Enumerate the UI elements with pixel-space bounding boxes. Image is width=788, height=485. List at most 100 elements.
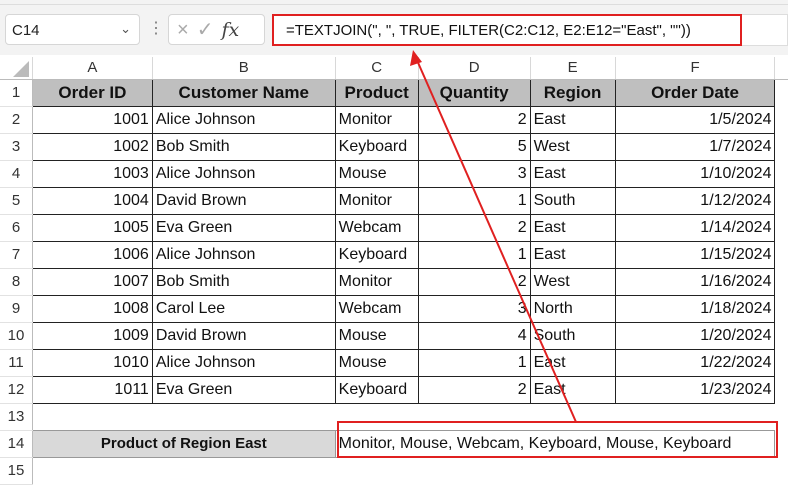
cell-customer-name[interactable]: Alice Johnson [152,349,335,376]
header-customer-name[interactable]: Customer Name [152,79,335,106]
cell-quantity[interactable]: 4 [418,322,530,349]
cell-order-date[interactable]: 1/10/2024 [615,160,775,187]
row-header[interactable]: 14 [0,430,33,457]
result-label[interactable]: Product of Region East [33,430,336,457]
cell-order-date[interactable]: 1/20/2024 [615,322,775,349]
cell-customer-name[interactable]: Alice Johnson [152,106,335,133]
row-header[interactable]: 8 [0,268,33,295]
cell-order-date[interactable]: 1/12/2024 [615,187,775,214]
cell-quantity[interactable]: 2 [418,376,530,403]
formula-input[interactable]: =TEXTJOIN(", ", TRUE, FILTER(C2:C12, E2:… [272,14,742,46]
cell-order-date[interactable]: 1/22/2024 [615,349,775,376]
cell-product[interactable]: Keyboard [335,241,418,268]
cancel-icon[interactable]: × [177,19,197,41]
cell-region[interactable]: East [530,214,615,241]
insert-function-icon[interactable]: fx [221,19,239,41]
column-header-E[interactable]: E [530,57,615,79]
cell-order-id[interactable]: 1005 [33,214,153,241]
cell-region[interactable]: East [530,106,615,133]
cell-region[interactable]: South [530,322,615,349]
cell-order-id[interactable]: 1002 [33,133,153,160]
cell-order-id[interactable]: 1009 [33,322,153,349]
cell-order-id[interactable]: 1001 [33,106,153,133]
cell-region[interactable]: West [530,268,615,295]
row-header[interactable]: 15 [0,457,33,484]
cell-customer-name[interactable]: Eva Green [152,214,335,241]
cell-order-id[interactable]: 1007 [33,268,153,295]
cell-order-date[interactable]: 1/23/2024 [615,376,775,403]
header-product[interactable]: Product [335,79,418,106]
header-order-id[interactable]: Order ID [33,79,153,106]
cell-region[interactable]: East [530,376,615,403]
column-header-D[interactable]: D [418,57,530,79]
chevron-down-icon[interactable]: ⌄ [120,21,131,37]
cell-region[interactable]: East [530,349,615,376]
row-header[interactable]: 3 [0,133,33,160]
header-order-date[interactable]: Order Date [615,79,775,106]
name-box[interactable]: C14⌄ [5,14,140,45]
header-quantity[interactable]: Quantity [418,79,530,106]
cell-order-id[interactable]: 1011 [33,376,153,403]
cell-customer-name[interactable]: Bob Smith [152,268,335,295]
cell-product[interactable]: Webcam [335,295,418,322]
cell-product[interactable]: Monitor [335,106,418,133]
row-header[interactable]: 5 [0,187,33,214]
cell-product[interactable]: Monitor [335,187,418,214]
cell-region[interactable]: North [530,295,615,322]
cell-region[interactable]: West [530,133,615,160]
row-header[interactable]: 13 [0,403,33,430]
cell-quantity[interactable]: 3 [418,295,530,322]
empty-cell[interactable] [33,403,153,430]
row-header[interactable]: 1 [0,79,33,106]
cell-quantity[interactable]: 2 [418,214,530,241]
column-header-G[interactable] [775,57,788,79]
cell-customer-name[interactable]: David Brown [152,322,335,349]
cell-quantity[interactable]: 2 [418,268,530,295]
row-header[interactable]: 11 [0,349,33,376]
cell-product[interactable]: Mouse [335,349,418,376]
cell-order-date[interactable]: 1/5/2024 [615,106,775,133]
row-header[interactable]: 9 [0,295,33,322]
cell-customer-name[interactable]: David Brown [152,187,335,214]
cell-order-id[interactable]: 1006 [33,241,153,268]
column-header-B[interactable]: B [152,57,335,79]
column-header-A[interactable]: A [33,57,153,79]
cell-order-date[interactable]: 1/7/2024 [615,133,775,160]
row-header[interactable]: 12 [0,376,33,403]
cell-order-id[interactable]: 1008 [33,295,153,322]
column-header-C[interactable]: C [335,57,418,79]
cell-order-id[interactable]: 1003 [33,160,153,187]
cell-region[interactable]: East [530,160,615,187]
cell-customer-name[interactable]: Bob Smith [152,133,335,160]
cell-region[interactable]: South [530,187,615,214]
cell-quantity[interactable]: 3 [418,160,530,187]
row-header[interactable]: 6 [0,214,33,241]
row-header[interactable]: 10 [0,322,33,349]
cell-order-date[interactable]: 1/14/2024 [615,214,775,241]
cell-product[interactable]: Keyboard [335,133,418,160]
cell-customer-name[interactable]: Eva Green [152,376,335,403]
column-header-F[interactable]: F [615,57,775,79]
select-all-corner[interactable] [0,57,33,79]
cell-customer-name[interactable]: Alice Johnson [152,160,335,187]
header-region[interactable]: Region [530,79,615,106]
cell-product[interactable]: Webcam [335,214,418,241]
cell-product[interactable]: Mouse [335,322,418,349]
cell-quantity[interactable]: 1 [418,241,530,268]
cell-product[interactable]: Keyboard [335,376,418,403]
confirm-icon[interactable]: ✓ [197,19,222,41]
row-header[interactable]: 4 [0,160,33,187]
cell-order-id[interactable]: 1004 [33,187,153,214]
empty-cell[interactable] [152,403,335,430]
row-header[interactable]: 2 [0,106,33,133]
cell-quantity[interactable]: 2 [418,106,530,133]
cell-quantity[interactable]: 1 [418,187,530,214]
cell-quantity[interactable]: 5 [418,133,530,160]
cell-order-date[interactable]: 1/15/2024 [615,241,775,268]
cell-quantity[interactable]: 1 [418,349,530,376]
cell-customer-name[interactable]: Alice Johnson [152,241,335,268]
cell-order-date[interactable]: 1/16/2024 [615,268,775,295]
cell-order-id[interactable]: 1010 [33,349,153,376]
cell-product[interactable]: Monitor [335,268,418,295]
cell-order-date[interactable]: 1/18/2024 [615,295,775,322]
